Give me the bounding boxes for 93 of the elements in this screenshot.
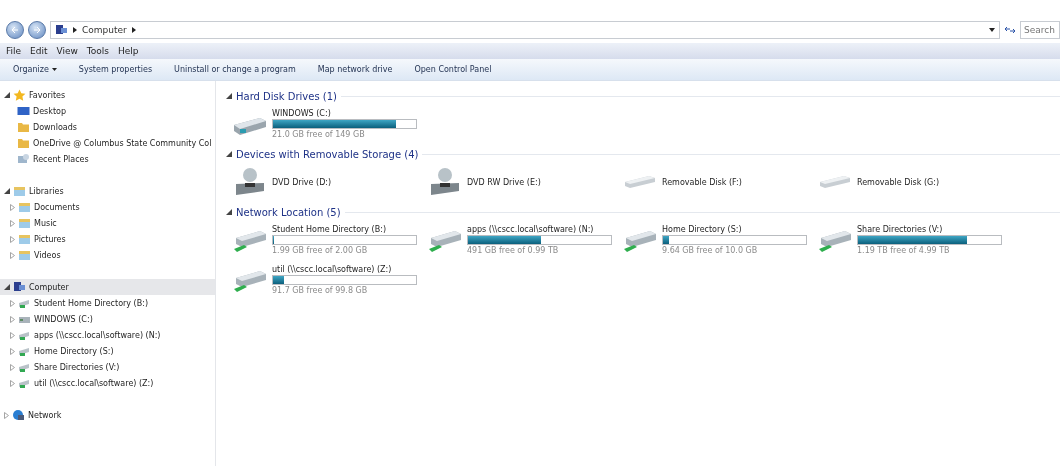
collapsed-arrow-icon[interactable] <box>10 379 15 387</box>
drive-name[interactable]: DVD Drive (D:) <box>272 177 332 187</box>
expanded-arrow-icon[interactable] <box>4 92 10 98</box>
toolbar-button[interactable]: Uninstall or change a program <box>174 65 296 74</box>
free-space-text: 9.64 GB free of 10.0 GB <box>662 246 759 255</box>
library-icon <box>18 217 31 229</box>
library-icon <box>18 233 31 245</box>
network-drive-icon <box>18 297 31 309</box>
computer-icon <box>13 281 26 293</box>
star-icon <box>13 89 26 101</box>
network-icon <box>12 409 25 421</box>
collapsed-arrow-icon[interactable] <box>10 251 15 259</box>
address-bar[interactable]: Computer <box>50 21 1000 39</box>
folder-icon <box>17 121 30 133</box>
sidebar-item[interactable]: apps (\\cscc.local\software) (N:) <box>0 327 215 343</box>
breadcrumb-arrow-icon <box>131 27 136 33</box>
network-drive-icon <box>18 329 31 341</box>
toolbar-button[interactable]: Map network drive <box>317 65 393 74</box>
expanded-arrow-icon[interactable] <box>4 284 10 290</box>
sidebar-item[interactable]: Documents <box>0 199 215 215</box>
drive-name[interactable]: Home Directory (S:) <box>662 225 807 234</box>
desktop-icon <box>17 105 30 117</box>
sidebar-item[interactable]: Desktop <box>0 103 215 119</box>
free-space-text: 1.19 TB free of 4.99 TB <box>857 246 951 255</box>
sidebar-item[interactable]: Music <box>0 215 215 231</box>
menu-item[interactable]: File <box>6 46 22 56</box>
section-header[interactable]: Hard Disk Drives (1) <box>236 90 337 102</box>
collapsed-arrow-icon[interactable] <box>4 411 9 419</box>
menu-item[interactable]: Tools <box>86 46 110 56</box>
expanded-arrow-icon[interactable] <box>226 209 232 215</box>
collapsed-arrow-icon[interactable] <box>10 219 15 227</box>
menu-item[interactable]: View <box>56 46 78 56</box>
drive-name[interactable]: Removable Disk (F:) <box>662 177 742 187</box>
sidebar-item[interactable]: Home Directory (S:) <box>0 343 215 359</box>
free-space-text: 91.7 GB free of 99.8 GB <box>272 286 369 295</box>
forward-button[interactable] <box>28 21 46 39</box>
breadcrumb-item[interactable]: Computer <box>82 25 127 35</box>
free-space-text: 21.0 GB free of 149 GB <box>272 130 366 139</box>
back-button[interactable] <box>6 21 24 39</box>
free-space-text: 491 GB free of 0.99 TB <box>467 246 560 255</box>
search-field[interactable]: Search <box>1020 21 1060 39</box>
drive-name[interactable]: util (\\cscc.local\software) (Z:) <box>272 265 417 274</box>
free-space-text: 1.99 GB free of 2.00 GB <box>272 246 369 255</box>
folder-icon <box>17 137 30 149</box>
computer-icon <box>55 24 68 36</box>
dropdown-caret-icon[interactable] <box>989 28 995 32</box>
library-icon <box>18 249 31 261</box>
back-arrow-icon <box>11 26 19 34</box>
collapsed-arrow-icon[interactable] <box>10 331 15 339</box>
collapsed-arrow-icon[interactable] <box>10 203 15 211</box>
sidebar-item[interactable]: WINDOWS (C:) <box>0 311 215 327</box>
menu-item[interactable]: Edit <box>30 46 48 56</box>
menu-item[interactable]: Help <box>118 46 139 56</box>
drive-name[interactable]: Share Directories (V:) <box>857 225 1002 234</box>
sidebar-item[interactable]: Downloads <box>0 119 215 135</box>
library-icon <box>13 185 26 197</box>
drive-name[interactable]: WINDOWS (C:) <box>272 109 417 118</box>
network-drive-icon <box>18 361 31 373</box>
collapsed-arrow-icon[interactable] <box>10 347 15 355</box>
section-header[interactable]: Devices with Removable Storage (4) <box>236 148 419 160</box>
network-drive-icon <box>18 345 31 357</box>
sidebar-item[interactable]: util (\\cscc.local\software) (Z:) <box>0 375 215 391</box>
toolbar-button[interactable]: Organize <box>13 65 57 74</box>
forward-arrow-icon <box>33 26 41 34</box>
drive-name[interactable]: Student Home Directory (B:) <box>272 225 417 234</box>
sidebar-item[interactable]: Computer <box>0 279 215 295</box>
drive-name[interactable]: Removable Disk (G:) <box>857 177 940 187</box>
collapsed-arrow-icon[interactable] <box>10 315 15 323</box>
sidebar-item[interactable]: Student Home Directory (B:) <box>0 295 215 311</box>
expanded-arrow-icon[interactable] <box>4 188 10 194</box>
expanded-arrow-icon[interactable] <box>226 151 232 157</box>
sidebar-item[interactable]: Libraries <box>0 183 215 199</box>
collapsed-arrow-icon[interactable] <box>10 299 15 307</box>
recent-places-icon <box>17 153 30 165</box>
drive-name[interactable]: DVD RW Drive (E:) <box>467 177 541 187</box>
toolbar-button[interactable]: System properties <box>78 65 153 74</box>
sidebar-item[interactable]: OneDrive @ Columbus State Community Col <box>0 135 215 151</box>
expanded-arrow-icon[interactable] <box>226 93 232 99</box>
network-drive-icon <box>18 377 31 389</box>
sidebar-item[interactable]: Share Directories (V:) <box>0 359 215 375</box>
sidebar-item[interactable]: Recent Places <box>0 151 215 167</box>
sidebar-item[interactable]: Network <box>0 407 215 423</box>
library-icon <box>18 201 31 213</box>
refresh-icon[interactable] <box>1004 25 1016 35</box>
sidebar-item[interactable]: Videos <box>0 247 215 263</box>
breadcrumb-arrow-icon <box>73 27 77 33</box>
collapsed-arrow-icon[interactable] <box>10 235 15 243</box>
sidebar-item[interactable]: Favorites <box>0 87 215 103</box>
sidebar-item[interactable]: Pictures <box>0 231 215 247</box>
section-header[interactable]: Network Location (5) <box>236 206 341 218</box>
collapsed-arrow-icon[interactable] <box>10 363 15 371</box>
drive-name[interactable]: apps (\\cscc.local\software) (N:) <box>467 225 612 234</box>
toolbar-button[interactable]: Open Control Panel <box>414 65 492 74</box>
